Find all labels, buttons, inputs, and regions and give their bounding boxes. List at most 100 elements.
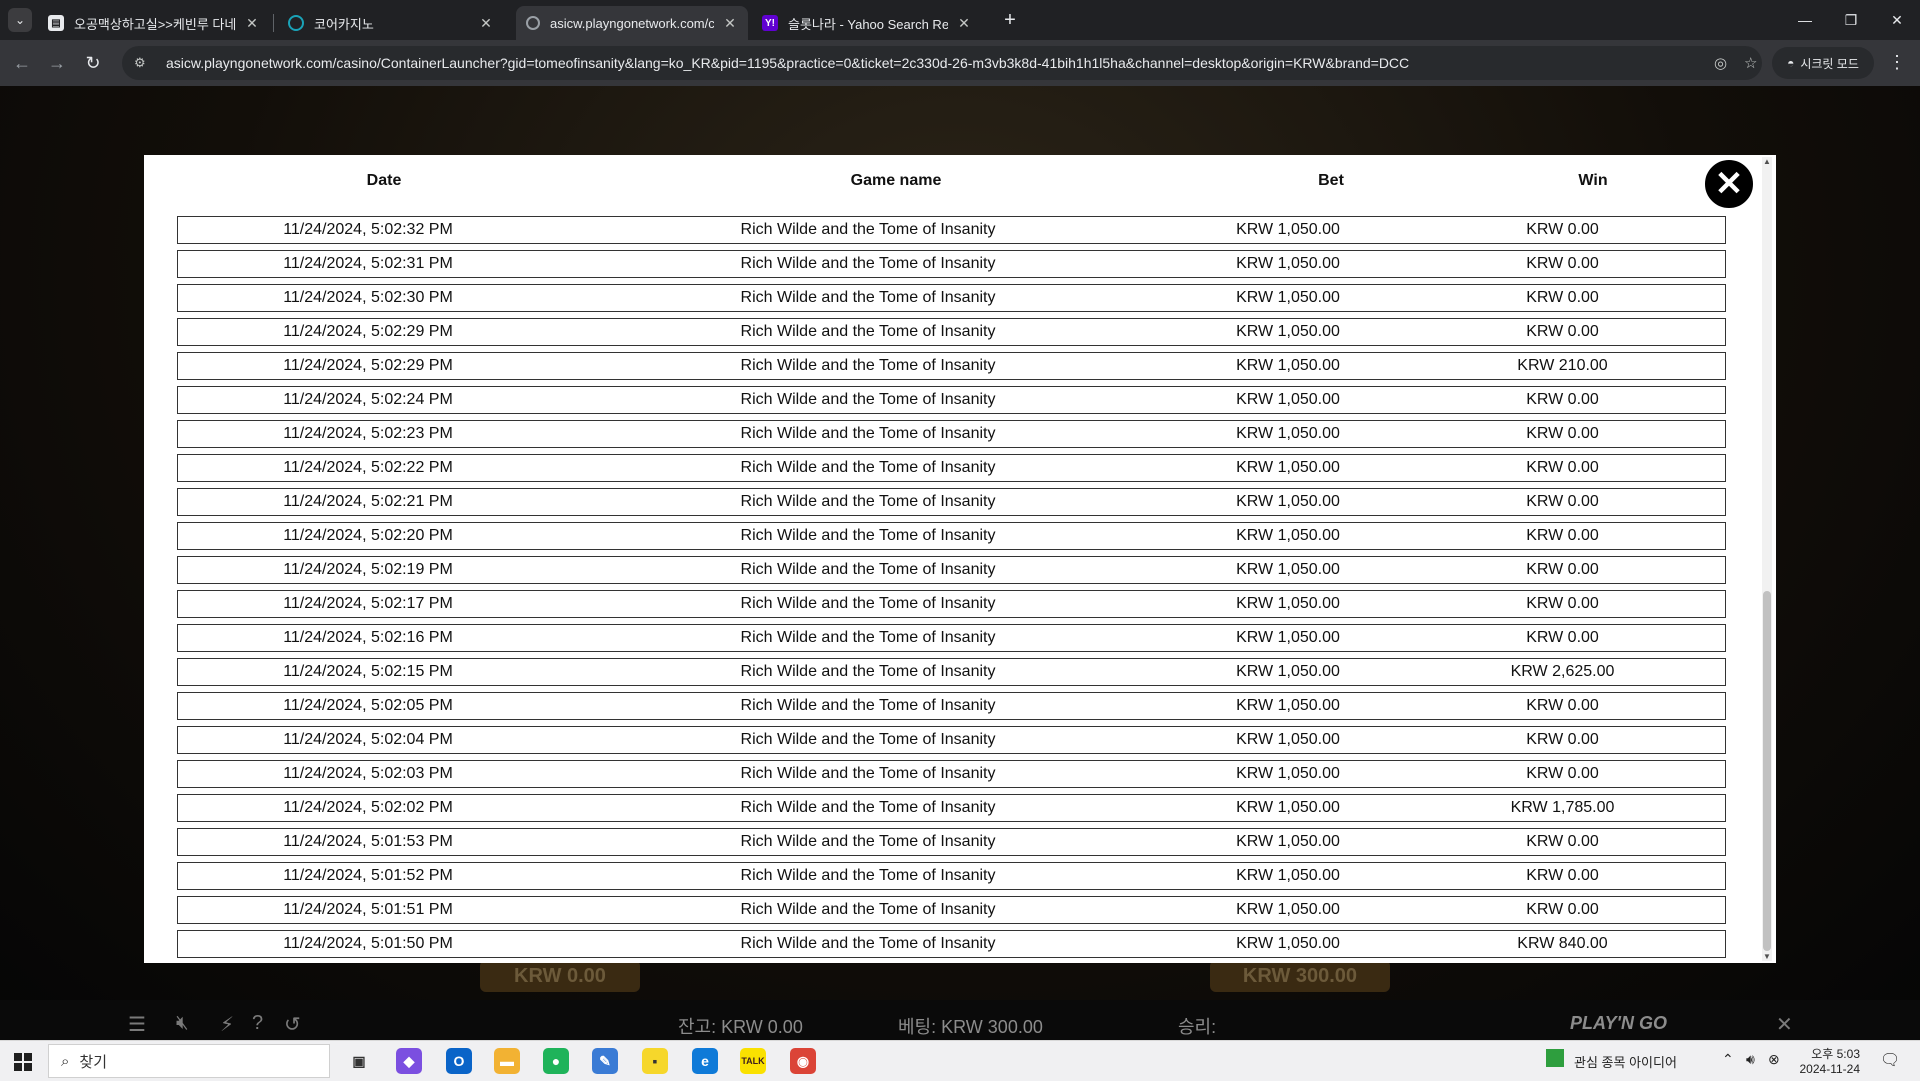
close-game-icon[interactable]: ✕ [1776,1012,1793,1037]
cell-win: KRW 0.00 [1526,867,1599,884]
cell-bet: KRW 1,050.00 [1236,595,1340,612]
tab-title: asicw.playngonetwork.com/ca [550,15,714,31]
tab-title: 코어카지노 [314,16,374,32]
eye-off-icon[interactable]: ◎ [1714,54,1727,72]
search-label: 찾기 [79,1053,108,1071]
page-favicon-icon: ▤ [48,15,64,31]
close-history-button[interactable]: ✕ [1703,158,1755,210]
minimize-icon[interactable]: — [1782,0,1828,40]
browser-toolbar: ← → ↻ ⚙ asicw.playngonetwork.com/casino/… [0,40,1920,86]
history-scrollbar[interactable]: ▲ ▼ [1762,157,1772,961]
cell-win: KRW 0.00 [1526,493,1599,510]
cell-date: 11/24/2024, 5:02:15 PM [283,663,453,680]
tab-1[interactable]: ▤ 오공맥상하고실>>케빈루 다네 ✕ [38,6,270,40]
app-blue-icon[interactable]: ✎ [592,1048,618,1074]
chrome-icon[interactable]: ◉ [790,1048,816,1074]
cell-date: 11/24/2024, 5:02:20 PM [283,527,453,544]
cell-game-name: Rich Wilde and the Tome of Insanity [740,697,996,714]
cell-win: KRW 0.00 [1526,459,1599,476]
cell-win: KRW 1,785.00 [1510,799,1615,816]
cell-date: 11/24/2024, 5:02:03 PM [283,765,453,782]
menu-icon[interactable]: ☰ [128,1012,146,1037]
windows-start-icon[interactable] [14,1053,32,1071]
cell-win: KRW 0.00 [1526,323,1599,340]
stock-widget-icon[interactable] [1546,1049,1564,1067]
app-green-icon[interactable]: ● [543,1048,569,1074]
close-window-icon[interactable]: ✕ [1874,0,1920,40]
close-tab-icon[interactable]: ✕ [722,15,738,32]
incognito-indicator[interactable]: ◓ 시크릿 모드 [1772,47,1874,79]
turbo-icon[interactable]: ⚡︎ [220,1012,234,1037]
cell-bet: KRW 1,050.00 [1236,459,1340,476]
sticky-notes-icon[interactable]: ▪ [642,1048,668,1074]
cell-date: 11/24/2024, 5:02:04 PM [283,731,453,748]
cell-date: 11/24/2024, 5:01:53 PM [283,833,453,850]
tab-2[interactable]: 코어카지노 ✕ [278,6,504,40]
table-row: 11/24/2024, 5:02:23 PM Rich Wilde and the… [177,420,1726,448]
copilot-icon[interactable]: ◆ [396,1048,422,1074]
clock-time[interactable]: 오후 5:03 [1796,1045,1860,1062]
menu-icon[interactable]: ⋮ [1888,52,1906,73]
taskbar-search-box[interactable]: ⌕ 찾기 [48,1044,330,1078]
table-row: 11/24/2024, 5:02:30 PM Rich Wilde and the… [177,284,1726,312]
cell-date: 11/24/2024, 5:02:31 PM [283,255,453,272]
close-tab-icon[interactable]: ✕ [244,15,260,32]
cell-date: 11/24/2024, 5:02:19 PM [283,561,453,578]
table-row: 11/24/2024, 5:02:16 PM Rich Wilde and the… [177,624,1726,652]
table-row: 11/24/2024, 5:02:29 PM Rich Wilde and the… [177,318,1726,346]
new-tab-button[interactable]: + [996,8,1024,32]
restore-icon[interactable]: ❐ [1828,0,1874,40]
close-tab-icon[interactable]: ✕ [478,15,494,32]
back-icon[interactable]: ← [8,49,36,77]
scroll-down-icon[interactable]: ▼ [1762,952,1772,961]
widget-label[interactable]: 관심 종목 아이디어 [1574,1052,1677,1071]
scroll-thumb[interactable] [1763,591,1771,951]
table-row: 11/24/2024, 5:01:53 PM Rich Wilde and the… [177,828,1726,856]
scroll-up-icon[interactable]: ▲ [1762,157,1772,166]
cell-win: KRW 0.00 [1526,595,1599,612]
forward-icon[interactable]: → [43,49,71,77]
notification-center-icon[interactable]: 🗨︎ [1880,1050,1900,1070]
cell-date: 11/24/2024, 5:02:16 PM [283,629,453,646]
tab-search-button[interactable]: ⌄ [8,8,32,32]
cell-bet: KRW 1,050.00 [1236,867,1340,884]
cell-date: 11/24/2024, 5:02:21 PM [283,493,453,510]
cell-date: 11/24/2024, 5:01:51 PM [283,901,453,918]
sound-off-icon[interactable]: 🔇︎ [176,1012,189,1035]
close-tab-icon[interactable]: ✕ [956,15,972,32]
edge-icon[interactable]: e [692,1048,718,1074]
site-settings-icon[interactable]: ⚙ [134,55,154,71]
cell-win: KRW 0.00 [1526,255,1599,272]
help-icon[interactable]: ? [252,1012,263,1035]
volume-icon[interactable]: 🔊︎ [1746,1051,1755,1068]
outlook-icon[interactable]: O [446,1048,472,1074]
reload-icon[interactable]: ↻ [79,49,107,77]
cell-win: KRW 0.00 [1526,697,1599,714]
browser-tab-bar: ⌄ ▤ 오공맥상하고실>>케빈루 다네 ✕ 코어카지노 ✕ asicw.play… [0,0,1920,40]
notification-dnd-icon[interactable]: ⊗ [1768,1051,1780,1068]
cell-game-name: Rich Wilde and the Tome of Insanity [740,629,996,646]
star-icon[interactable]: ☆ [1744,54,1757,72]
file-explorer-icon[interactable]: ▬ [494,1048,520,1074]
cell-win: KRW 0.00 [1526,765,1599,782]
cell-game-name: Rich Wilde and the Tome of Insanity [740,391,996,408]
tray-chevron-icon[interactable]: ⌃ [1722,1051,1734,1068]
address-bar[interactable]: ⚙ asicw.playngonetwork.com/casino/Contai… [122,46,1762,80]
cell-win: KRW 0.00 [1526,833,1599,850]
tab-3-active[interactable]: asicw.playngonetwork.com/ca ✕ [516,6,748,40]
table-row: 11/24/2024, 5:01:50 PM Rich Wilde and the… [177,930,1726,958]
history-icon[interactable]: ↺ [284,1012,301,1037]
tab-4[interactable]: Y! 슬롯나라 - Yahoo Search Resul ✕ [752,6,982,40]
table-row: 11/24/2024, 5:01:51 PM Rich Wilde and the… [177,896,1726,924]
column-header-bet: Bet [1318,172,1344,189]
cell-win: KRW 0.00 [1526,561,1599,578]
url-text[interactable]: asicw.playngonetwork.com/casino/Containe… [166,55,1666,71]
cell-win: KRW 0.00 [1526,901,1599,918]
kakaotalk-icon[interactable]: TALK [740,1048,766,1074]
cell-date: 11/24/2024, 5:02:24 PM [283,391,453,408]
task-view-icon[interactable]: ▣ [346,1048,372,1074]
win-text: 승리: [1178,1017,1217,1037]
cell-bet: KRW 1,050.00 [1236,493,1340,510]
clock-date[interactable]: 2024-11-24 [1790,1062,1861,1076]
table-row: 11/24/2024, 5:02:05 PM Rich Wilde and the… [177,692,1726,720]
